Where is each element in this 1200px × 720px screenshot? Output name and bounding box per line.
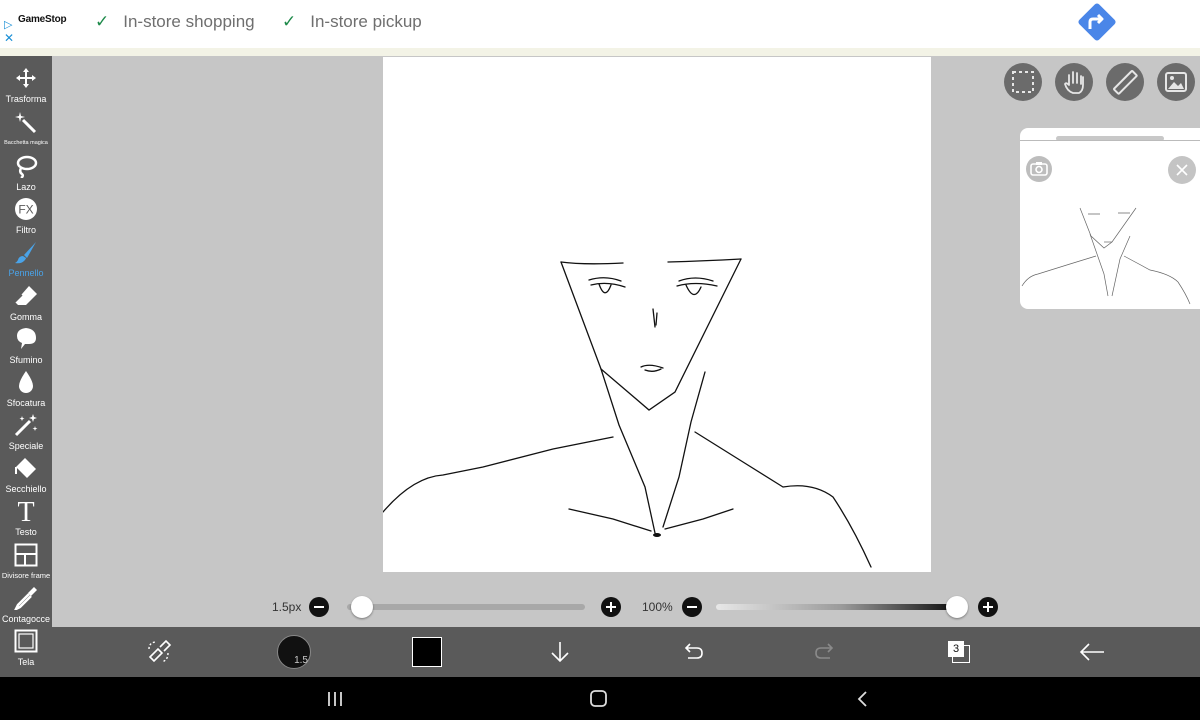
tool-divisore-frame[interactable]: Divisore frame (0, 543, 52, 586)
color-swatch[interactable] (412, 637, 442, 667)
image-button[interactable] (1157, 63, 1195, 101)
size-slider-track[interactable] (347, 604, 585, 610)
opacity-slider-thumb[interactable] (946, 596, 968, 618)
home-icon[interactable] (588, 689, 610, 709)
drawing-canvas[interactable] (382, 57, 931, 572)
frame-divider-icon (14, 543, 38, 567)
tool-label: Filtro (16, 225, 36, 235)
preview-divider (1020, 140, 1200, 141)
tool-sfumino[interactable]: Sfumino (0, 327, 52, 370)
tool-pennello[interactable]: Pennello (0, 240, 52, 283)
size-slider-thumb[interactable] (351, 596, 374, 618)
svg-text:T: T (17, 499, 34, 523)
directions-icon[interactable] (1077, 2, 1117, 42)
hand-icon (1064, 71, 1084, 94)
layers-count: 3 (948, 641, 964, 657)
magic-wand-icon (15, 112, 37, 134)
back-arrow-icon[interactable] (1078, 639, 1106, 665)
snapshot-button[interactable] (1026, 156, 1052, 182)
brush-eraser-swap-icon[interactable] (146, 639, 172, 665)
preview-close-button[interactable] (1168, 156, 1196, 184)
tool-label: Secchiello (5, 484, 47, 494)
lasso-icon (16, 155, 38, 178)
ad-feature: ✓ In-store pickup (282, 12, 422, 31)
selection-button[interactable] (1004, 63, 1042, 101)
opacity-decrease-button[interactable] (682, 597, 702, 617)
selection-icon (1012, 71, 1034, 93)
ad-close-icon[interactable]: ✕ (4, 32, 14, 44)
close-icon (1176, 164, 1188, 176)
opacity-increase-button[interactable] (978, 597, 998, 617)
tool-label: Speciale (8, 441, 44, 451)
tool-filtro[interactable]: FX Filtro (0, 197, 52, 240)
ad-play-icon: ▷ (4, 19, 13, 31)
check-icon: ✓ (95, 12, 110, 31)
blur-icon (19, 371, 33, 393)
preview-thumbnail (1021, 207, 1191, 305)
brush-icon (15, 242, 36, 264)
recent-apps-icon[interactable] (325, 690, 345, 708)
back-icon[interactable] (853, 689, 873, 709)
tool-label: Gomma (9, 312, 42, 322)
tool-contagocce[interactable]: Contagocce (0, 586, 52, 629)
tool-secchiello[interactable]: Secchiello (0, 456, 52, 499)
sketch-drawing (382, 258, 872, 568)
tool-bacchetta-magica[interactable]: Bacchetta magica (0, 111, 52, 154)
svg-text:FX: FX (18, 203, 33, 217)
tool-tela[interactable]: Tela (0, 629, 52, 672)
tool-label: Bacchetta magica (4, 140, 48, 146)
tool-label: Pennello (8, 268, 44, 278)
tool-sidebar: Trasforma Bacchetta magica Lazo FX Filtr… (0, 56, 52, 677)
fx-icon: FX (15, 198, 37, 220)
check-icon: ✓ (282, 12, 297, 31)
tool-testo[interactable]: T Testo (0, 499, 52, 542)
camera-icon (1030, 162, 1048, 176)
size-increase-button[interactable] (601, 597, 621, 617)
tool-label: Testo (15, 527, 37, 537)
ad-separator (0, 48, 1200, 56)
undo-icon[interactable] (680, 639, 706, 665)
eyedropper-icon (14, 587, 37, 610)
brush-size-badge: 1.5 (294, 655, 308, 666)
tool-label: Tela (17, 657, 35, 667)
move-icon (16, 68, 36, 88)
ruler-button[interactable] (1106, 63, 1144, 101)
size-decrease-button[interactable] (309, 597, 329, 617)
tool-trasforma[interactable]: Trasforma (0, 66, 52, 109)
image-icon (1165, 72, 1187, 92)
bucket-icon (15, 458, 36, 478)
redo-icon[interactable] (812, 639, 838, 665)
navigator-preview[interactable] (1020, 128, 1200, 309)
brush-size-indicator[interactable]: 1.5 (277, 635, 311, 669)
hand-button[interactable] (1055, 63, 1093, 101)
ad-banner[interactable]: ▷ ✕ GameStop ✓ In-store shopping ✓ In-stor… (0, 0, 1200, 49)
tool-label: Trasforma (5, 94, 47, 104)
download-arrow-icon[interactable] (547, 639, 573, 665)
brush-size-label: 1.5px (272, 600, 302, 614)
canvas-icon (14, 629, 38, 653)
tool-speciale[interactable]: Speciale (0, 413, 52, 456)
system-navigation-bar (0, 677, 1200, 720)
tool-label: Sfumino (9, 355, 43, 365)
opacity-label: 100% (642, 600, 673, 614)
text-icon: T (17, 499, 34, 523)
special-icon (14, 414, 38, 437)
smudge-icon (17, 328, 36, 349)
ad-feature: ✓ In-store shopping (95, 12, 255, 31)
tool-label: Divisore frame (1, 571, 51, 580)
eraser-icon (14, 286, 37, 305)
tool-label: Lazo (16, 182, 36, 192)
tool-label: Sfocatura (6, 398, 46, 408)
opacity-slider-track[interactable] (716, 604, 968, 610)
layers-button[interactable]: 3 (946, 639, 972, 665)
ad-brand: GameStop (18, 14, 67, 25)
ruler-icon (1113, 70, 1138, 95)
tool-lazo[interactable]: Lazo (0, 154, 52, 197)
tool-sfocatura[interactable]: Sfocatura (0, 370, 52, 413)
tool-label: Contagocce (1, 614, 51, 624)
tool-gomma[interactable]: Gomma (0, 284, 52, 327)
action-bar: 1.5 3 (52, 627, 1200, 677)
